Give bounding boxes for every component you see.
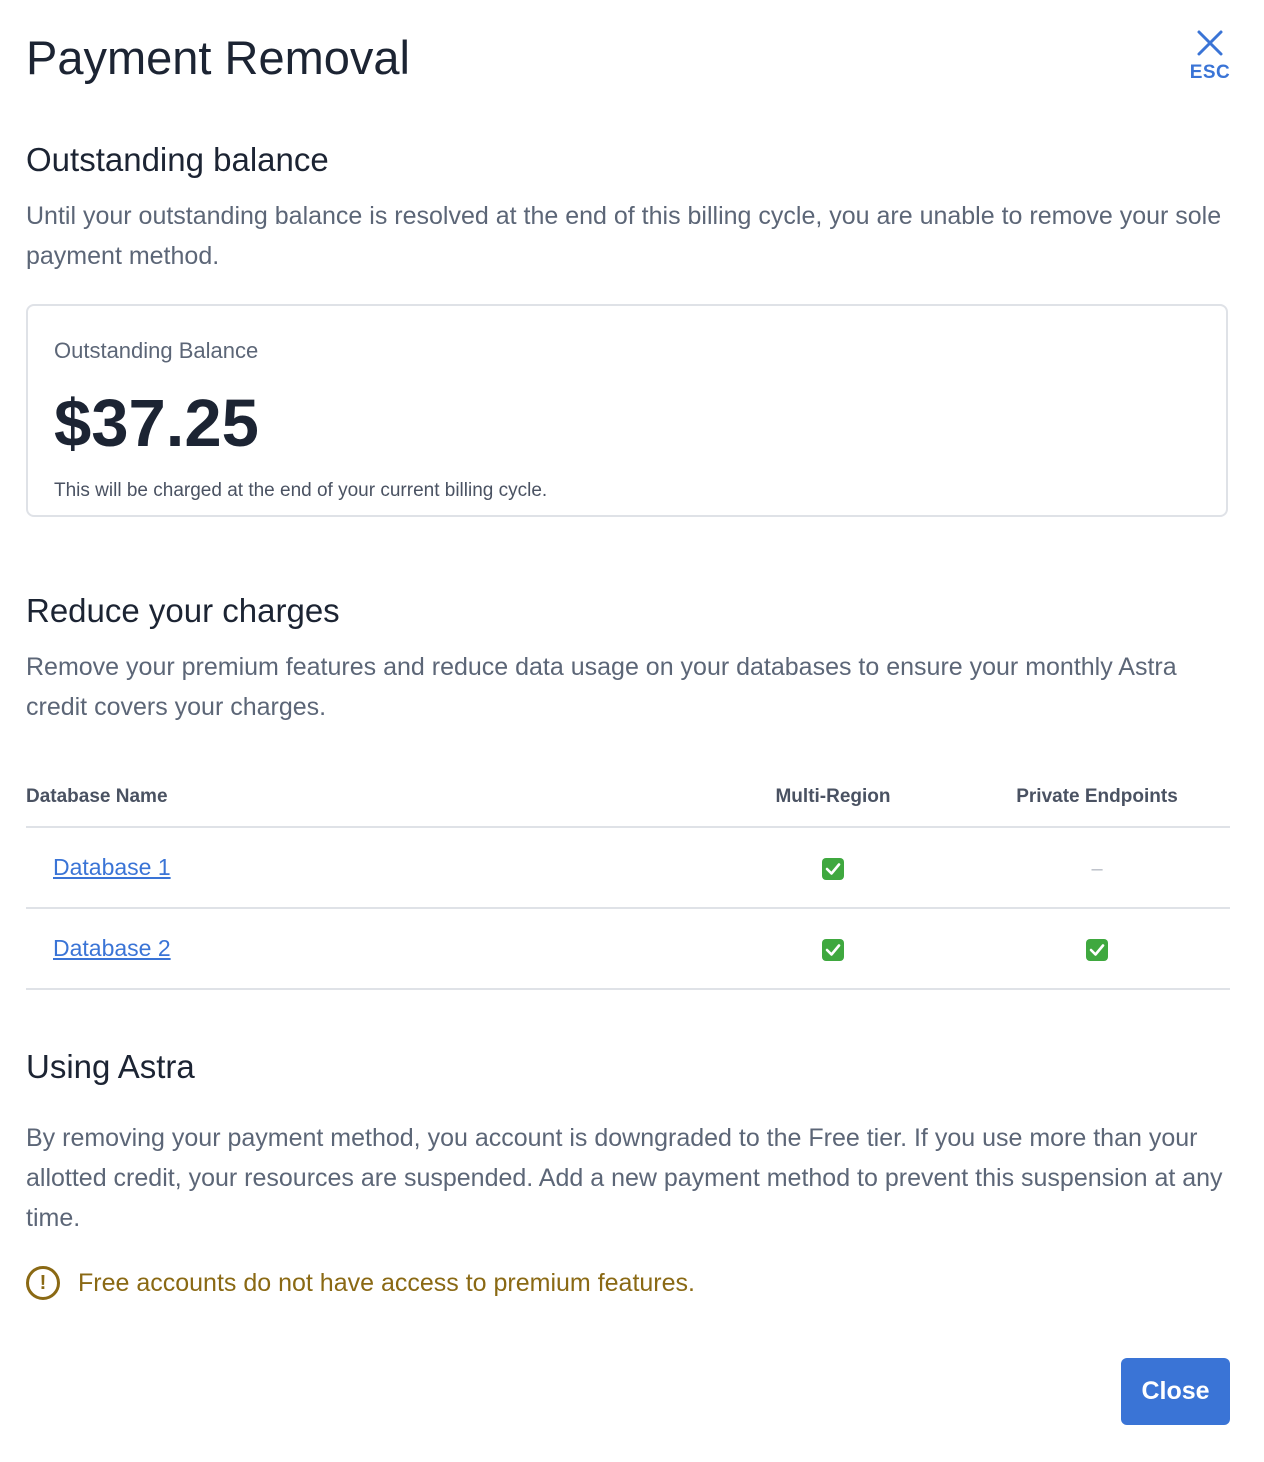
- column-header-database-name: Database Name: [26, 768, 702, 828]
- close-button[interactable]: Close: [1121, 1358, 1230, 1425]
- checkmark-icon: [1086, 938, 1108, 961]
- outstanding-heading: Outstanding balance: [26, 141, 329, 178]
- database-link[interactable]: Database 1: [53, 854, 171, 880]
- balance-card: Outstanding Balance $37.25 This will be …: [26, 304, 1228, 517]
- warning-message: ! Free accounts do not have access to pr…: [26, 1266, 695, 1300]
- column-header-multi-region: Multi-Region: [702, 768, 964, 828]
- table-header-row: Database Name Multi-Region Private Endpo…: [26, 768, 1230, 828]
- database-table: Database Name Multi-Region Private Endpo…: [26, 768, 1230, 990]
- esc-label: ESC: [1189, 62, 1231, 83]
- outstanding-description: Until your outstanding balance is resolv…: [26, 202, 1222, 270]
- reduce-description: Remove your premium features and reduce …: [26, 653, 1177, 721]
- dash-empty: –: [1091, 857, 1103, 880]
- database-link[interactable]: Database 2: [53, 935, 171, 961]
- close-esc-button[interactable]: ESC: [1186, 28, 1234, 92]
- reduce-heading: Reduce your charges: [26, 592, 340, 629]
- exclamation-circle-icon: !: [26, 1266, 60, 1300]
- close-icon: [1197, 30, 1223, 56]
- warning-text: Free accounts do not have access to prem…: [78, 1268, 695, 1297]
- checkmark-icon: [822, 938, 844, 961]
- balance-amount: $37.25: [54, 386, 259, 461]
- checkmark-icon: [822, 857, 844, 880]
- table-row: Database 2: [26, 908, 1230, 990]
- modal-title: Payment Removal: [26, 31, 410, 84]
- column-header-private-endpoints: Private Endpoints: [964, 768, 1230, 828]
- using-heading: Using Astra: [26, 1048, 195, 1085]
- balance-note: This will be charged at the end of your …: [54, 480, 548, 501]
- using-description: By removing your payment method, you acc…: [26, 1124, 1223, 1232]
- table-row: Database 1 –: [26, 827, 1230, 909]
- balance-label: Outstanding Balance: [54, 338, 259, 363]
